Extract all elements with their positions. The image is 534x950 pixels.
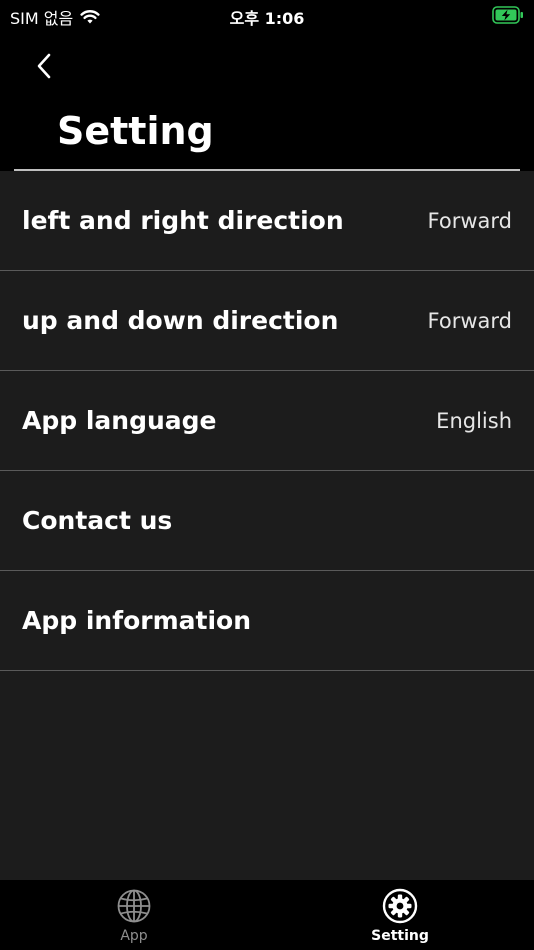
tab-app[interactable]: App bbox=[74, 888, 194, 944]
chevron-left-icon bbox=[37, 53, 51, 79]
tab-label: Setting bbox=[371, 928, 429, 944]
setting-left-right-direction[interactable]: left and right direction Forward bbox=[0, 171, 534, 271]
setting-label: Contact us bbox=[22, 506, 173, 535]
battery-charging-icon bbox=[492, 6, 524, 28]
setting-label: left and right direction bbox=[22, 206, 344, 235]
globe-icon bbox=[117, 889, 151, 923]
gear-icon bbox=[382, 888, 418, 924]
tab-setting[interactable]: Setting bbox=[340, 888, 460, 944]
back-button[interactable] bbox=[30, 48, 58, 84]
tab-label: App bbox=[120, 928, 148, 944]
setting-label: App language bbox=[22, 406, 217, 435]
setting-label: up and down direction bbox=[22, 306, 339, 335]
setting-app-language[interactable]: App language English bbox=[0, 371, 534, 471]
settings-list: left and right direction Forward up and … bbox=[0, 171, 534, 671]
setting-contact-us[interactable]: Contact us bbox=[0, 471, 534, 571]
page-title: Setting bbox=[57, 109, 214, 153]
setting-app-information[interactable]: App information bbox=[0, 571, 534, 671]
setting-label: App information bbox=[22, 606, 252, 635]
setting-value: Forward bbox=[427, 208, 512, 233]
setting-value: Forward bbox=[427, 308, 512, 333]
tab-bar: App Setting bbox=[0, 880, 534, 950]
setting-value: English bbox=[436, 408, 512, 433]
header: Setting bbox=[0, 30, 534, 171]
status-bar: SIM 없음 오후 1:06 bbox=[0, 0, 534, 30]
setting-up-down-direction[interactable]: up and down direction Forward bbox=[0, 271, 534, 371]
status-time: 오후 1:06 bbox=[229, 9, 305, 28]
